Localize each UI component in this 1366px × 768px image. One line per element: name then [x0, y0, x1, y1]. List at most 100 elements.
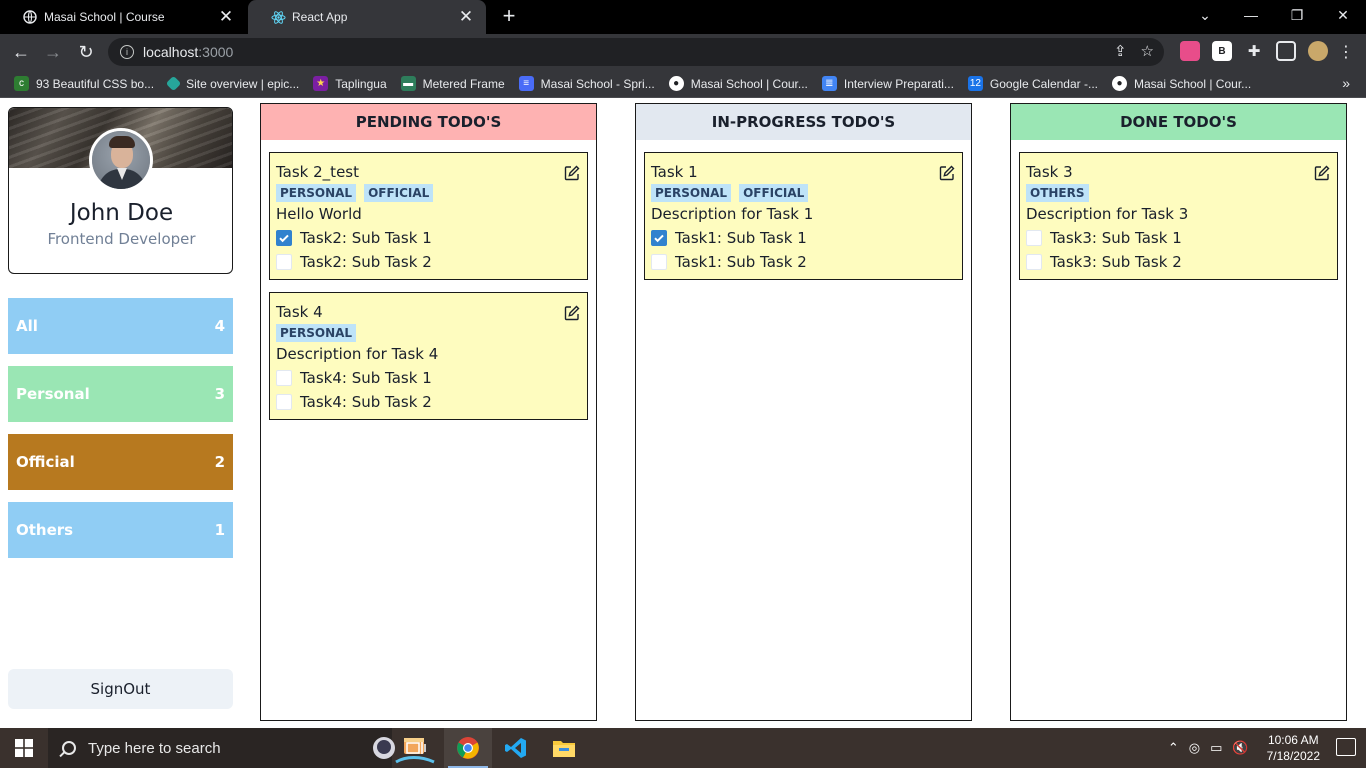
subtask-item[interactable]: Task1: Sub Task 2	[651, 253, 807, 271]
edit-icon[interactable]	[564, 165, 580, 181]
edit-icon[interactable]	[564, 305, 580, 321]
bookmark-item[interactable]: ▬ Metered Frame	[400, 76, 505, 91]
new-tab-button[interactable]: +	[498, 5, 520, 27]
browser-tab-react-app[interactable]: React App ✕	[248, 0, 486, 34]
tag-list: PERSONAL OFFICIAL	[276, 184, 434, 202]
close-icon[interactable]: ✕	[458, 7, 474, 27]
diamond-icon	[165, 75, 182, 92]
network-icon[interactable]: ▭	[1210, 740, 1222, 756]
file-explorer-icon[interactable]	[540, 728, 588, 768]
subtask-item[interactable]: Task1: Sub Task 1	[651, 229, 807, 247]
bookmark-item[interactable]: ● Masai School | Cour...	[668, 76, 808, 91]
forward-arrow-icon[interactable]: →	[40, 40, 66, 64]
checkbox-unchecked[interactable]	[276, 370, 292, 386]
address-bar[interactable]: i localhost:3000 ⇪ ☆	[108, 38, 1164, 66]
bookmark-item[interactable]: ● Masai School | Cour...	[1111, 76, 1251, 91]
checkbox-unchecked[interactable]	[1026, 254, 1042, 270]
bookmark-item[interactable]: 12 Google Calendar -...	[967, 76, 1098, 91]
filter-all-button[interactable]: All 4	[8, 298, 233, 354]
bookmark-item[interactable]: ≣ Interview Preparati...	[821, 76, 954, 91]
card-description: Hello World	[276, 205, 362, 223]
card-title: Task 3	[1026, 163, 1073, 181]
puzzle-icon[interactable]: ✚	[1244, 41, 1264, 61]
filter-count: 4	[214, 317, 225, 335]
bookmark-item[interactable]: ≡ Masai School - Spri...	[518, 76, 655, 91]
subtask-label: Task2: Sub Task 2	[300, 253, 432, 271]
checkbox-checked[interactable]	[276, 230, 292, 246]
windows-start-icon[interactable]	[0, 728, 48, 768]
bookmark-item[interactable]: ★ Taplingua	[313, 76, 387, 91]
notification-icon[interactable]	[1336, 738, 1356, 756]
sidepanel-icon[interactable]	[1276, 41, 1296, 61]
checkbox-unchecked[interactable]	[1026, 230, 1042, 246]
clock-time: 10:06 AM	[1267, 733, 1319, 747]
todo-card[interactable]: Task 1 PERSONAL OFFICIAL Description for…	[644, 152, 963, 280]
todo-card[interactable]: Task 2_test PERSONAL OFFICIAL Hello Worl…	[269, 152, 588, 280]
bookmark-star-icon[interactable]: ☆	[1141, 42, 1154, 60]
in-progress-column: IN-PROGRESS TODO'S Task 1 PERSONAL OFFIC…	[635, 103, 972, 721]
minimize-icon[interactable]: —	[1228, 0, 1274, 30]
reload-icon[interactable]: ↻	[73, 40, 99, 64]
taskbar-search-box[interactable]: Type here to search	[48, 728, 435, 768]
browser-tab-masai[interactable]: Masai School | Course ✕	[0, 0, 246, 34]
filter-others-button[interactable]: Others 1	[8, 502, 233, 558]
close-icon[interactable]: ✕	[218, 7, 234, 27]
back-arrow-icon[interactable]: ←	[8, 40, 34, 64]
subtask-item[interactable]: Task4: Sub Task 1	[276, 369, 432, 387]
url-host: localhost	[143, 44, 199, 60]
subtask-item[interactable]: Task2: Sub Task 1	[276, 229, 432, 247]
more-bookmarks-icon[interactable]: »	[1342, 75, 1350, 91]
profile-avatar-icon[interactable]	[1308, 41, 1328, 61]
filter-personal-button[interactable]: Personal 3	[8, 366, 233, 422]
volume-muted-icon[interactable]: 🔇	[1232, 740, 1248, 756]
profile-card: John Doe Frontend Developer	[8, 107, 233, 274]
meet-now-icon[interactable]: ◎	[1189, 740, 1200, 756]
card-title: Task 1	[651, 163, 698, 181]
edit-icon[interactable]	[1314, 165, 1330, 181]
vscode-icon[interactable]	[492, 728, 540, 768]
task-view-icon[interactable]	[392, 728, 440, 768]
tab-title: React App	[292, 10, 348, 24]
signout-button[interactable]: SignOut	[8, 669, 233, 709]
filter-label: Official	[16, 453, 75, 471]
bookmark-label: Masai School - Spri...	[540, 76, 655, 91]
checkbox-checked[interactable]	[651, 230, 667, 246]
filter-official-button[interactable]: Official 2	[8, 434, 233, 490]
close-window-icon[interactable]: ✕	[1320, 0, 1366, 30]
card-title: Task 4	[276, 303, 323, 321]
tag-personal: PERSONAL	[276, 184, 357, 202]
subtask-item[interactable]: Task2: Sub Task 2	[276, 253, 432, 271]
todo-card[interactable]: Task 4 PERSONAL Description for Task 4 T…	[269, 292, 588, 420]
extension-icon[interactable]	[1180, 41, 1200, 61]
tag-official: OFFICIAL	[364, 184, 434, 202]
bookmark-item[interactable]: Site overview | epic...	[165, 75, 299, 92]
subtask-item[interactable]: Task4: Sub Task 2	[276, 393, 432, 411]
bold-extension-icon[interactable]: B	[1212, 41, 1232, 61]
tag-official: OFFICIAL	[739, 184, 809, 202]
bookmark-item[interactable]: c 93 Beautiful CSS bo...	[14, 76, 154, 91]
subtask-item[interactable]: Task3: Sub Task 1	[1026, 229, 1182, 247]
bookmark-label: Metered Frame	[422, 76, 505, 91]
bookmark-label: 93 Beautiful CSS bo...	[36, 76, 155, 91]
info-icon[interactable]: i	[120, 45, 134, 59]
chrome-icon[interactable]	[444, 728, 492, 768]
star-icon: ★	[313, 76, 329, 91]
chevron-down-icon[interactable]: ⌄	[1182, 0, 1228, 30]
subtask-item[interactable]: Task3: Sub Task 2	[1026, 253, 1182, 271]
bookmark-label: Taplingua	[335, 76, 387, 91]
checkbox-unchecked[interactable]	[276, 394, 292, 410]
chevron-up-icon[interactable]: ⌃	[1168, 740, 1179, 756]
more-menu-icon[interactable]: ⋮	[1338, 42, 1354, 62]
checkbox-unchecked[interactable]	[651, 254, 667, 270]
globe-icon: ●	[1111, 76, 1127, 91]
checkbox-unchecked[interactable]	[276, 254, 292, 270]
edit-icon[interactable]	[939, 165, 955, 181]
tag-others: OTHERS	[1026, 184, 1089, 202]
bookmark-label: Interview Preparati...	[843, 76, 954, 91]
share-icon[interactable]: ⇪	[1114, 42, 1127, 60]
system-clock[interactable]: 10:06 AM 7/18/2022	[1267, 732, 1320, 764]
react-icon	[270, 9, 286, 25]
restore-icon[interactable]: ❐	[1274, 0, 1320, 30]
filter-label: Personal	[16, 385, 90, 403]
todo-card[interactable]: Task 3 OTHERS Description for Task 3 Tas…	[1019, 152, 1338, 280]
